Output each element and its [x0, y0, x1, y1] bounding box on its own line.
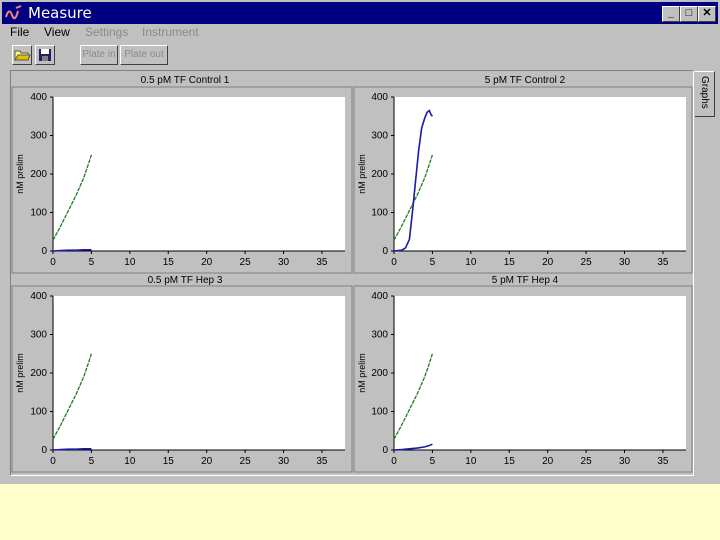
chart4-y-tick-label: 400: [371, 291, 388, 302]
chart1-y-tick-label: 300: [30, 131, 47, 142]
chart2-x-tick-label: 20: [542, 257, 554, 268]
chart2-y-axis-label: nM prelim: [357, 154, 367, 194]
chart3-y-axis-label: nM prelim: [15, 353, 25, 393]
chart2-plot-area: [394, 97, 686, 251]
chart4-x-tick-label: 10: [465, 456, 477, 467]
chart3-plot-area: [53, 296, 345, 450]
chart1-y-axis-label: nM prelim: [15, 154, 25, 194]
chart3-x-tick-label: 10: [124, 456, 136, 467]
chart2-y-tick-label: 200: [371, 169, 388, 180]
chart4-x-tick-label: 35: [657, 456, 669, 467]
chart4-x-tick-label: 30: [619, 456, 631, 467]
chart3-y-tick-label: 200: [30, 368, 47, 379]
chart1-plot-area: [53, 97, 345, 251]
chart2-x-tick-label: 25: [581, 257, 593, 268]
chart2-x-tick-label: 30: [619, 257, 631, 268]
chart3-x-tick-label: 35: [316, 456, 328, 467]
chart3-x-tick-label: 25: [240, 456, 252, 467]
chart2-title: 5 pM TF Control 2: [485, 75, 566, 86]
chart4-y-tick-label: 100: [371, 407, 388, 418]
chart4-x-tick-label: 15: [504, 456, 516, 467]
chart2-x-tick-label: 10: [465, 257, 477, 268]
chart4-y-axis-label: nM prelim: [357, 353, 367, 393]
chart1-x-tick-label: 5: [89, 257, 95, 268]
chart3-x-tick-label: 0: [50, 456, 56, 467]
chart1-y-tick-label: 400: [30, 92, 47, 103]
chart3-x-tick-label: 15: [163, 456, 175, 467]
chart4-title: 5 pM TF Hep 4: [492, 275, 559, 286]
chart1-title: 0.5 pM TF Control 1: [141, 75, 230, 86]
chart4-y-tick-label: 300: [371, 330, 388, 341]
chart4-x-tick-label: 5: [430, 456, 436, 467]
chart4-y-tick-label: 0: [382, 445, 388, 456]
chart4-x-tick-label: 20: [542, 456, 554, 467]
chart1-x-tick-label: 10: [124, 257, 136, 268]
chart2-x-tick-label: 5: [430, 257, 436, 268]
chart2-x-tick-label: 15: [504, 257, 516, 268]
chart1-x-tick-label: 30: [278, 257, 290, 268]
chart1-y-tick-label: 100: [30, 208, 47, 219]
chart2-x-tick-label: 35: [657, 257, 669, 268]
chart4-plot-area: [394, 296, 686, 450]
chart3-x-tick-label: 20: [201, 456, 213, 467]
chart1-x-tick-label: 20: [201, 257, 213, 268]
chart1-y-tick-label: 200: [30, 169, 47, 180]
chart3-x-tick-label: 5: [89, 456, 95, 467]
chart3-y-tick-label: 300: [30, 330, 47, 341]
chart2-y-tick-label: 300: [371, 131, 388, 142]
chart4-x-tick-label: 25: [581, 456, 593, 467]
chart2-x-tick-label: 0: [391, 257, 397, 268]
chart2-y-tick-label: 100: [371, 208, 388, 219]
chart1-x-tick-label: 15: [163, 257, 175, 268]
chart3-title: 0.5 pM TF Hep 3: [148, 275, 223, 286]
chart2-y-tick-label: 400: [371, 92, 388, 103]
chart1-x-tick-label: 0: [50, 257, 56, 268]
chart3-y-tick-label: 100: [30, 407, 47, 418]
chart4-y-tick-label: 200: [371, 368, 388, 379]
chart3-y-tick-label: 0: [41, 445, 47, 456]
chart1-x-tick-label: 35: [316, 257, 328, 268]
chart1-x-tick-label: 25: [240, 257, 252, 268]
chart3-y-tick-label: 400: [30, 291, 47, 302]
graphs-canvas: 0.5 pM TF Control 10 5 10 15 20 25 30 350100200…: [11, 75, 693, 473]
chart4-x-tick-label: 0: [391, 456, 397, 467]
chart1-y-tick-label: 0: [41, 246, 47, 257]
chart2-y-tick-label: 0: [382, 246, 388, 257]
chart3-x-tick-label: 30: [278, 456, 290, 467]
